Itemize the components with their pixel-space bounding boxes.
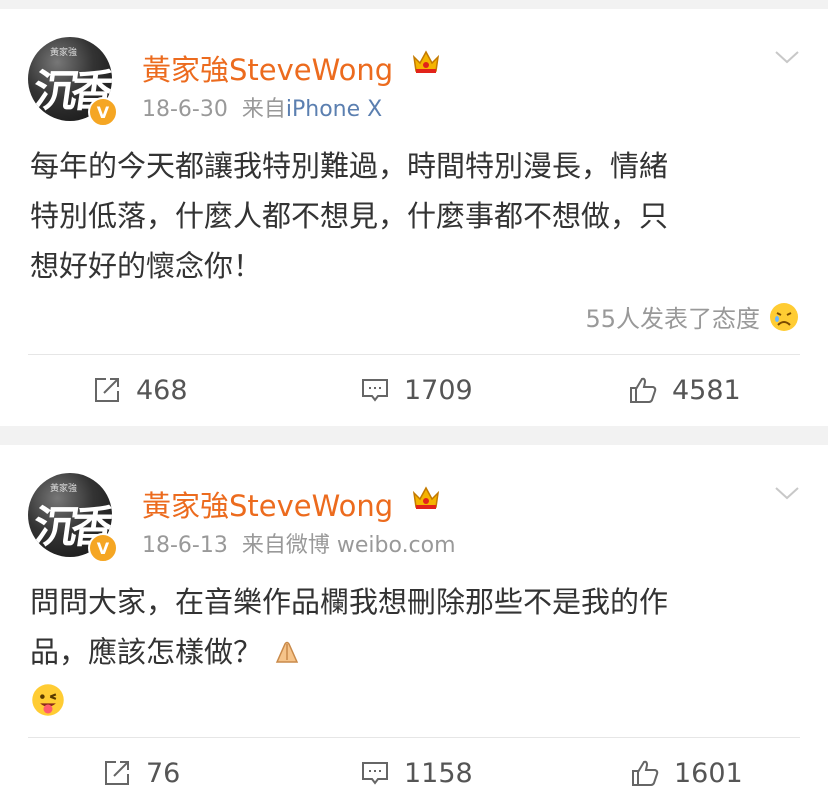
like-count: 1601 xyxy=(674,757,743,789)
post-date: 18-6-13 xyxy=(142,533,228,558)
avatar[interactable]: 黃家強 沉香 V xyxy=(28,37,118,127)
like-count: 4581 xyxy=(672,374,741,406)
post-content: 每年的今天都讓我特別難過，時間特別漫長，情緒 特別低落，什麼人都不想見，什麼事都… xyxy=(30,141,800,291)
repost-count: 468 xyxy=(136,374,188,406)
weibo-post-2: 黃家強 沉香 V 黃家強SteveWong 18-6-13 来自微博 weibo… xyxy=(0,445,828,811)
source-prefix: 来自 xyxy=(241,533,286,558)
content-line: 想好好的懷念你！ xyxy=(30,249,263,283)
crown-icon xyxy=(412,486,440,509)
repost-count: 76 xyxy=(146,757,181,789)
content-line: 特別低落，什麼人都不想見，什麼事都不想做，只 xyxy=(30,199,669,233)
weibo-post-1: 黃家強 沉香 V 黃家強SteveWong 18-6-30 来自iPhone X… xyxy=(0,9,828,426)
divider xyxy=(28,354,800,355)
repost-icon xyxy=(105,761,129,785)
comment-count: 1709 xyxy=(404,374,473,406)
sad-face-emoji-icon xyxy=(770,302,798,331)
repost-button[interactable]: 468 xyxy=(92,360,188,420)
reactions-summary[interactable]: 55人发表了态度 xyxy=(585,299,800,334)
content-line: 每年的今天都讓我特別難過，時間特別漫長，情緒 xyxy=(30,149,669,183)
action-bar: 76 1158 1601 xyxy=(0,743,828,803)
source-prefix: 来自 xyxy=(241,97,286,122)
avatar[interactable]: 黃家強 沉香 V xyxy=(28,473,118,563)
verified-badge-icon: V xyxy=(88,533,118,563)
post-meta: 18-6-30 来自iPhone X xyxy=(142,91,382,123)
crown-icon xyxy=(412,50,440,73)
content-line-emoji xyxy=(30,677,800,727)
repost-icon xyxy=(95,378,119,402)
reactions-text: 55人发表了态度 xyxy=(585,305,760,333)
post-content: 問問大家，在音樂作品欄我想刪除那些不是我的作 品，應該怎樣做？ xyxy=(30,577,800,727)
comment-button[interactable]: 1709 xyxy=(360,360,473,420)
chevron-down-icon[interactable] xyxy=(774,483,800,503)
username[interactable]: 黃家強SteveWong xyxy=(142,483,393,525)
action-bar: 468 1709 4581 xyxy=(0,360,828,420)
comment-count: 1158 xyxy=(404,757,473,789)
content-line: 問問大家，在音樂作品欄我想刪除那些不是我的作 xyxy=(30,585,669,619)
comment-button[interactable]: 1158 xyxy=(360,743,473,803)
praying-hands-emoji-icon xyxy=(276,641,299,663)
repost-button[interactable]: 76 xyxy=(102,743,180,803)
content-line-with-emoji: 品，應該怎樣做？ xyxy=(30,627,800,677)
divider xyxy=(28,737,800,738)
username[interactable]: 黃家強SteveWong xyxy=(142,47,393,89)
like-button[interactable]: 4581 xyxy=(628,360,741,420)
like-button[interactable]: 1601 xyxy=(630,743,743,803)
thumbs-up-icon xyxy=(630,377,657,403)
post-date: 18-6-30 xyxy=(142,97,228,122)
comment-icon xyxy=(362,762,388,785)
tongue-out-wink-emoji-icon xyxy=(32,684,64,716)
source-link[interactable]: 微博 weibo.com xyxy=(286,533,456,558)
content-line: 品，應該怎樣做？ xyxy=(30,635,263,669)
post-meta: 18-6-13 来自微博 weibo.com xyxy=(142,527,456,559)
thumbs-up-icon xyxy=(632,760,659,786)
verified-badge-icon: V xyxy=(88,97,118,127)
source-link[interactable]: iPhone X xyxy=(286,97,382,122)
comment-icon xyxy=(362,379,388,402)
chevron-down-icon[interactable] xyxy=(774,47,800,67)
